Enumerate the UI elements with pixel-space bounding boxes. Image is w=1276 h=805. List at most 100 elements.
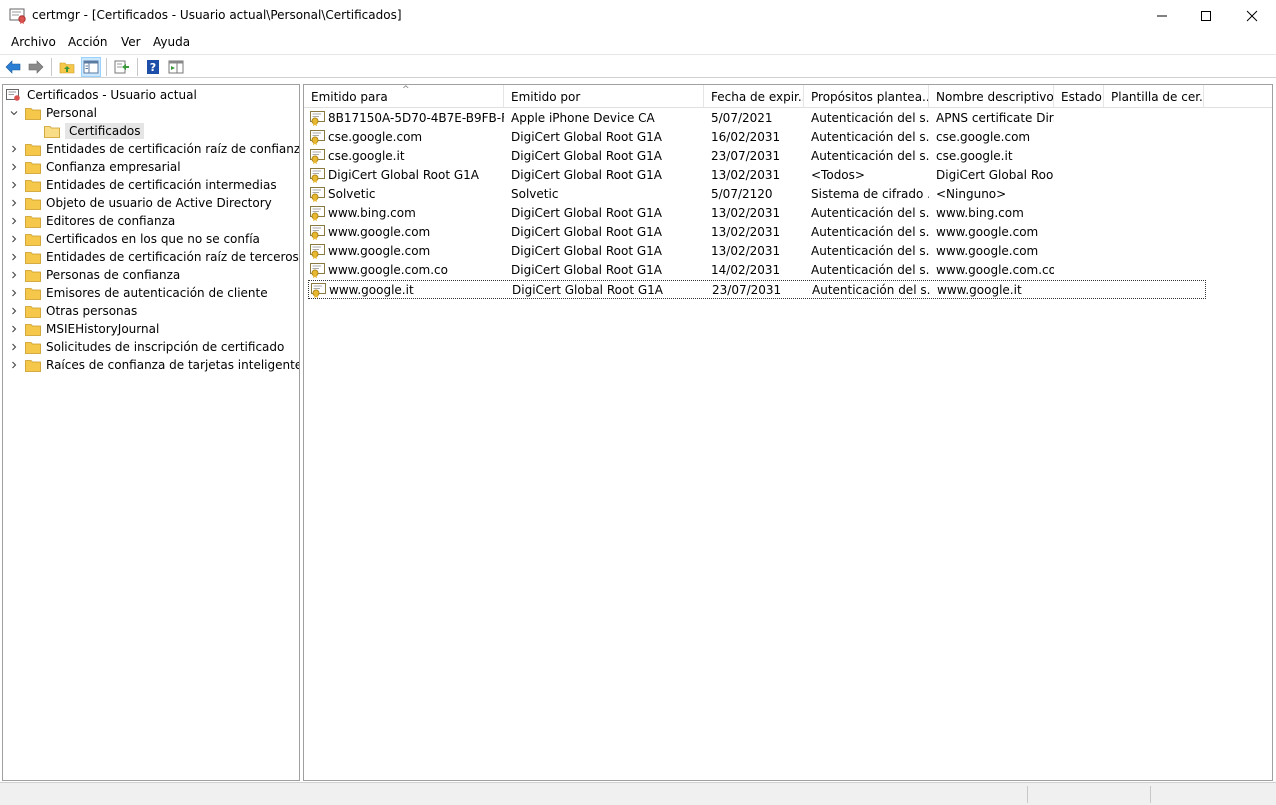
certificate-row[interactable]: www.google.com DigiCert Global Root G1A 13… <box>308 242 1206 261</box>
tree-item[interactable]: Otras personas <box>9 302 137 320</box>
tree-item-label: Confianza empresarial <box>46 160 181 174</box>
tree-item[interactable]: Entidades de certificación raíz de terce… <box>9 248 299 266</box>
chevron-right-icon[interactable] <box>9 288 19 298</box>
menu-archivo[interactable]: Archivo <box>11 35 56 49</box>
close-button[interactable] <box>1229 0 1275 31</box>
column-header-propositos[interactable]: Propósitos plantea... <box>804 85 929 108</box>
tree-item[interactable]: Solicitudes de inscripción de certificad… <box>9 338 284 356</box>
help-button[interactable]: ? <box>143 57 163 77</box>
folder-icon <box>25 305 41 318</box>
status-divider <box>1027 786 1028 803</box>
menu-ver[interactable]: Ver <box>121 35 141 49</box>
column-header-row: Emitido para ^ Emitido por Fecha de expi… <box>304 85 1272 108</box>
menu-ayuda[interactable]: Ayuda <box>153 35 190 49</box>
column-header-emitido-por[interactable]: Emitido por <box>504 85 704 108</box>
cell-nombre-descriptivo: cse.google.com <box>936 130 1031 144</box>
chevron-right-icon[interactable] <box>9 180 19 190</box>
cell-emitido-para: www.google.it <box>329 283 414 297</box>
tree-item[interactable]: Objeto de usuario de Active Directory <box>9 194 272 212</box>
action-pane-button[interactable] <box>166 57 186 77</box>
tree-item[interactable]: Certificados en los que no se confía <box>9 230 260 248</box>
chevron-right-icon[interactable] <box>9 252 19 262</box>
tree-item[interactable]: Raíces de confianza de tarjetas intelige… <box>9 356 299 374</box>
chevron-down-icon[interactable] <box>9 108 19 118</box>
toolbar-separator <box>106 58 107 76</box>
cell-nombre-descriptivo: www.bing.com <box>936 206 1024 220</box>
chevron-right-icon[interactable] <box>9 216 19 226</box>
tree-item[interactable]: Entidades de certificación raíz de confi… <box>9 140 299 158</box>
certificate-icon <box>310 244 325 259</box>
cell-fecha-expiracion: 13/02/2031 <box>711 168 781 182</box>
tree-item-certificados[interactable]: Certificados <box>44 122 145 140</box>
chevron-right-icon[interactable] <box>9 324 19 334</box>
certificate-row[interactable]: DigiCert Global Root G1A DigiCert Global … <box>308 166 1206 185</box>
column-header-label: Fecha de expir... <box>711 90 804 104</box>
tree-item[interactable]: Editores de confianza <box>9 212 175 230</box>
chevron-right-icon[interactable] <box>9 270 19 280</box>
minimize-button[interactable] <box>1139 0 1185 31</box>
certificate-row[interactable]: www.google.it DigiCert Global Root G1A 23/… <box>308 280 1206 299</box>
certificate-row[interactable]: cse.google.com DigiCert Global Root G1A 16… <box>308 128 1206 147</box>
certificate-row[interactable]: Solvetic Solvetic 5/07/2120 Sistema de cifr… <box>308 185 1206 204</box>
cell-emitido-por: DigiCert Global Root G1A <box>511 263 662 277</box>
certificate-icon <box>310 206 325 221</box>
menu-accion[interactable]: Acción <box>68 35 107 49</box>
show-hide-tree-button[interactable] <box>81 57 101 77</box>
tree-item[interactable]: Confianza empresarial <box>9 158 181 176</box>
column-header-label: Nombre descriptivo <box>936 90 1054 104</box>
minimize-icon <box>1157 15 1167 16</box>
chevron-right-icon[interactable] <box>9 198 19 208</box>
cell-emitido-por: DigiCert Global Root G1A <box>511 225 662 239</box>
chevron-right-icon[interactable] <box>9 360 19 370</box>
folder-icon <box>25 287 41 300</box>
chevron-right-icon[interactable] <box>9 306 19 316</box>
certificate-icon <box>310 130 325 145</box>
tree-item[interactable]: Emisores de autenticación de cliente <box>9 284 268 302</box>
certificate-row[interactable]: www.google.com DigiCert Global Root G1A 13… <box>308 223 1206 242</box>
folder-icon <box>25 107 41 120</box>
tree-item-personal[interactable]: Personal <box>9 104 97 122</box>
tree-root-label: Certificados - Usuario actual <box>27 88 197 102</box>
up-folder-icon <box>59 62 75 74</box>
forward-button[interactable] <box>26 57 46 77</box>
cell-nombre-descriptivo: www.google.com <box>936 225 1039 239</box>
up-level-button[interactable] <box>57 57 77 77</box>
export-list-button[interactable] <box>112 57 132 77</box>
tree-item[interactable]: Personas de confianza <box>9 266 180 284</box>
column-header-nombre-descriptivo[interactable]: Nombre descriptivo <box>929 85 1054 108</box>
certificate-row[interactable]: 8B17150A-5D70-4B7E-B9FB-F21... Apple iPho… <box>308 109 1206 128</box>
chevron-right-icon[interactable] <box>9 234 19 244</box>
tree-root[interactable]: Certificados - Usuario actual <box>6 86 197 104</box>
folder-icon <box>25 323 41 336</box>
certificate-row[interactable]: www.bing.com DigiCert Global Root G1A 13/0… <box>308 204 1206 223</box>
cell-emitido-por: DigiCert Global Root G1A <box>511 130 662 144</box>
cell-emitido-para: www.google.com <box>328 225 431 239</box>
cell-emitido-por: DigiCert Global Root G1A <box>511 149 662 163</box>
cell-fecha-expiracion: 23/07/2031 <box>712 283 782 297</box>
cell-nombre-descriptivo: cse.google.it <box>936 149 1013 163</box>
chevron-right-icon[interactable] <box>9 342 19 352</box>
certificate-row[interactable]: www.google.com.co DigiCert Global Root G1… <box>308 261 1206 280</box>
tree-item-label: Certificados <box>65 123 145 139</box>
column-header-plantilla[interactable]: Plantilla de cer... <box>1104 85 1204 108</box>
tree-item[interactable]: MSIEHistoryJournal <box>9 320 159 338</box>
chevron-right-icon[interactable] <box>9 162 19 172</box>
back-button[interactable] <box>3 57 23 77</box>
folder-icon <box>25 179 41 192</box>
maximize-button[interactable] <box>1183 0 1229 31</box>
chevron-right-icon[interactable] <box>9 144 19 154</box>
column-header-estado[interactable]: Estado <box>1054 85 1104 108</box>
cell-fecha-expiracion: 14/02/2031 <box>711 263 781 277</box>
svg-text:?: ? <box>150 61 156 74</box>
export-list-icon <box>114 60 129 74</box>
column-header-fecha-expiracion[interactable]: Fecha de expir... <box>704 85 804 108</box>
cell-propositos: Autenticación del s... <box>811 149 929 163</box>
column-header-emitido-para[interactable]: Emitido para ^ <box>304 85 504 108</box>
tree-item-label: Editores de confianza <box>46 214 176 228</box>
certificate-row[interactable]: cse.google.it DigiCert Global Root G1A 23/… <box>308 147 1206 166</box>
column-header-label: Estado <box>1061 90 1102 104</box>
cell-emitido-para: cse.google.it <box>328 149 405 163</box>
cell-propositos: Autenticación del s... <box>811 263 929 277</box>
tree-item[interactable]: Entidades de certificación intermedias <box>9 176 277 194</box>
cell-propositos: Autenticación del s... <box>811 111 929 125</box>
